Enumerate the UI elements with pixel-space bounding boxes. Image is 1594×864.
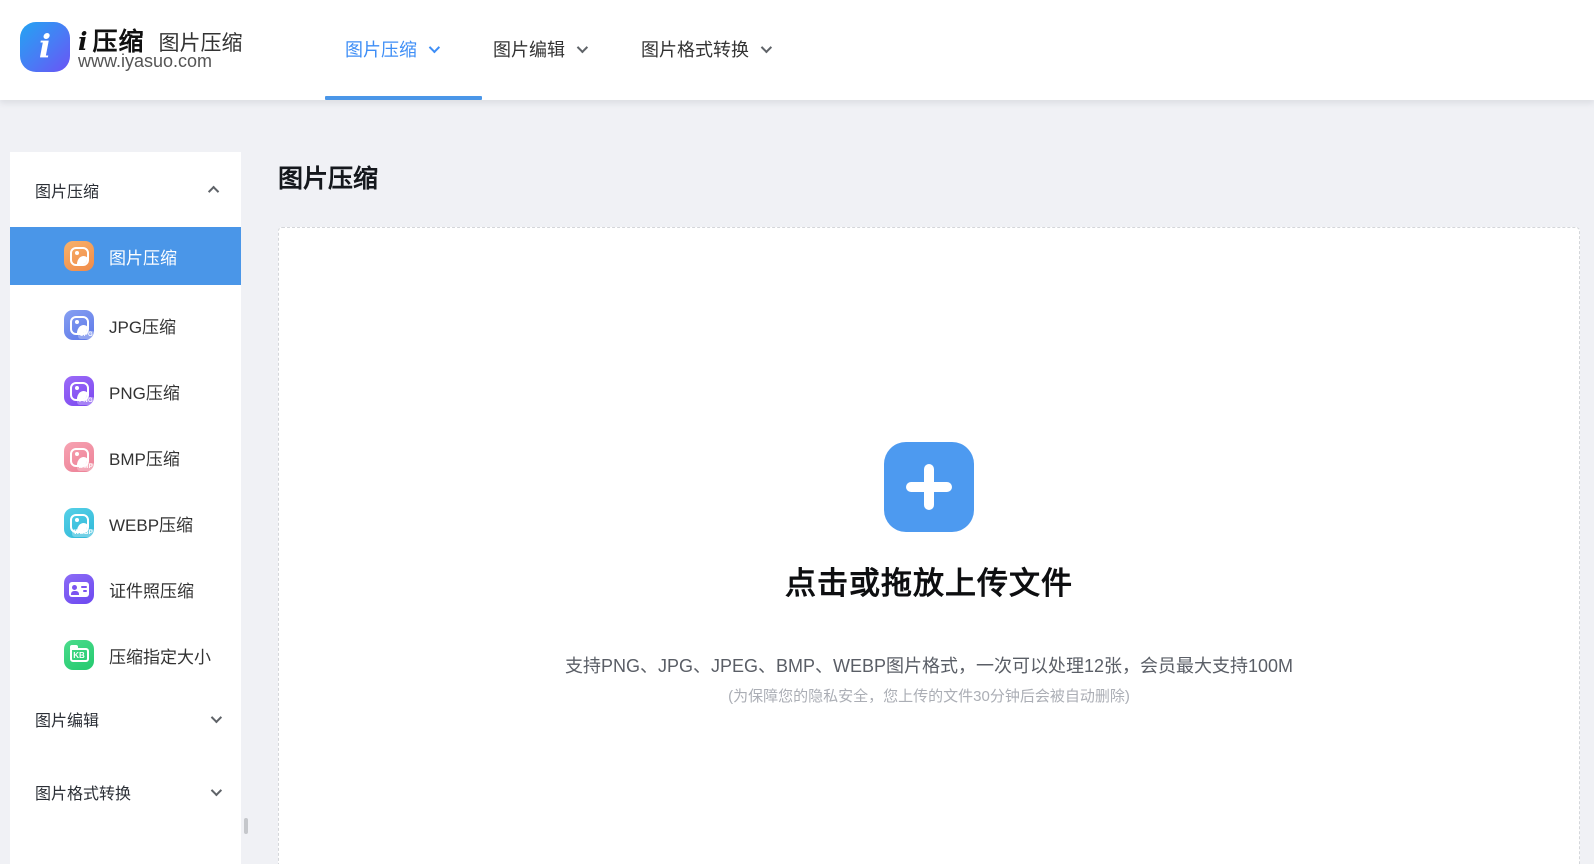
logo-text: i 压缩 图片压缩 www.iyasuo.com <box>78 22 243 72</box>
sidebar-item-label: JPG压缩 <box>109 313 176 338</box>
image-compress-icon <box>64 241 94 271</box>
nav-tab-label: 图片格式转换 <box>641 36 749 62</box>
sidebar-item-jpg-compress[interactable]: JPG JPG压缩 <box>10 292 241 358</box>
sidebar-item-label: 图片压缩 <box>109 244 177 269</box>
section-label: 图片格式转换 <box>35 780 131 804</box>
sidebar-item-label: 压缩指定大小 <box>109 643 211 668</box>
sidebar-item-idphoto-compress[interactable]: 证件照压缩 <box>10 556 241 622</box>
sidebar-item-label: WEBP压缩 <box>109 511 193 536</box>
sidebar-item-target-size-compress[interactable]: KB 压缩指定大小 <box>10 622 241 688</box>
chevron-down-icon <box>211 712 222 723</box>
top-nav: 图片压缩 图片编辑 图片格式转换 <box>345 0 825 97</box>
sidebar-section-format-convert[interactable]: 图片格式转换 <box>10 759 241 825</box>
id-card-icon <box>64 574 94 604</box>
sidebar-section-image-edit[interactable]: 图片编辑 <box>10 686 241 752</box>
sidebar-item-webp-compress[interactable]: WEBP WEBP压缩 <box>10 490 241 556</box>
logo-icon: i <box>20 22 70 72</box>
sidebar-item-label: 证件照压缩 <box>109 577 194 602</box>
upload-privacy-note: (为保障您的隐私安全，您上传的文件30分钟后会被自动删除) <box>279 685 1579 706</box>
bmp-compress-icon: BMP <box>64 442 94 472</box>
nav-tab-format-convert[interactable]: 图片格式转换 <box>641 36 769 62</box>
logo[interactable]: i i 压缩 图片压缩 www.iyasuo.com <box>20 22 243 72</box>
header: i i 压缩 图片压缩 www.iyasuo.com 图片压缩 图片编辑 图片格… <box>0 0 1594 100</box>
sidebar-section-image-compress[interactable]: 图片压缩 <box>10 154 241 226</box>
upload-dropzone[interactable]: 点击或拖放上传文件 支持PNG、JPG、JPEG、BMP、WEBP图片格式，一次… <box>278 227 1580 864</box>
sidebar-item-image-compress[interactable]: 图片压缩 <box>10 227 241 285</box>
nav-tab-label: 图片编辑 <box>493 36 565 62</box>
active-tab-underline <box>325 96 482 100</box>
sidebar: 图片压缩 图片压缩 JPG JPG压缩 PNG PNG压缩 BMP BMP压缩 <box>10 152 241 864</box>
kb-folder-icon: KB <box>64 640 94 670</box>
png-compress-icon: PNG <box>64 376 94 406</box>
page-title: 图片压缩 <box>278 159 378 195</box>
sidebar-scrollbar-thumb[interactable] <box>244 818 248 834</box>
nav-tab-image-compress[interactable]: 图片压缩 <box>345 36 437 62</box>
sidebar-item-label: PNG压缩 <box>109 379 180 404</box>
nav-tab-image-edit[interactable]: 图片编辑 <box>493 36 585 62</box>
chevron-up-icon <box>208 186 219 197</box>
logo-letter: i <box>39 30 51 62</box>
jpg-compress-icon: JPG <box>64 310 94 340</box>
webp-compress-icon: WEBP <box>64 508 94 538</box>
nav-tab-label: 图片压缩 <box>345 36 417 62</box>
sidebar-item-png-compress[interactable]: PNG PNG压缩 <box>10 358 241 424</box>
upload-plus-button[interactable] <box>884 442 974 532</box>
sidebar-item-label: BMP压缩 <box>109 445 180 470</box>
sidebar-item-bmp-compress[interactable]: BMP BMP压缩 <box>10 424 241 490</box>
upload-heading: 点击或拖放上传文件 <box>279 558 1579 603</box>
chevron-down-icon <box>211 785 222 796</box>
chevron-down-icon <box>577 41 588 52</box>
section-label: 图片编辑 <box>35 707 99 731</box>
chevron-down-icon <box>429 41 440 52</box>
chevron-down-icon <box>761 41 772 52</box>
upload-support-text: 支持PNG、JPG、JPEG、BMP、WEBP图片格式，一次可以处理12张，会员… <box>279 652 1579 678</box>
section-label: 图片压缩 <box>35 178 99 202</box>
